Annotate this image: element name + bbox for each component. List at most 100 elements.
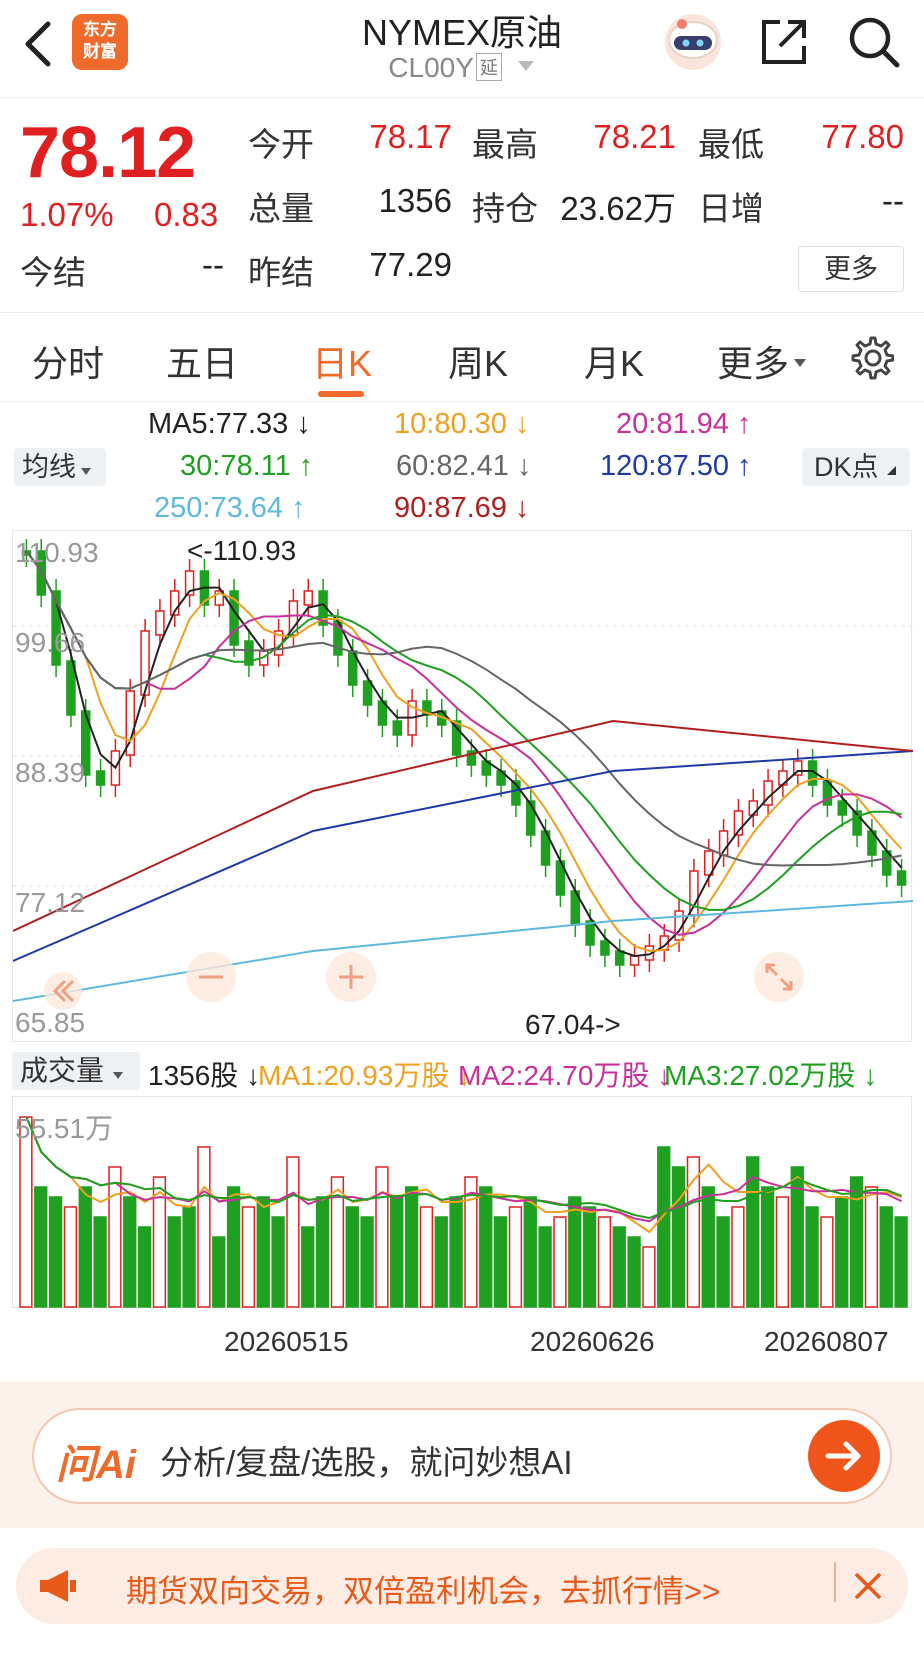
ma-line [25,550,902,867]
ai-logo: 问Ai [56,1443,136,1487]
contract-code-text: CL00Y [388,52,474,83]
low-value: 77.80 [821,118,904,155]
last-price: 78.12 [20,113,196,193]
open-interest-value: 23.62万 [560,190,676,227]
volume-bar [671,1166,686,1308]
tab-more[interactable]: 更多 [712,335,812,387]
candle [600,940,610,956]
ma120-value: 120:87.50 ↑ [600,450,752,482]
ma-line [13,719,913,932]
share-icon[interactable] [758,16,810,68]
dropdown-triangle-icon [113,1072,124,1079]
ma-line [25,550,903,936]
volume-bar [879,1206,893,1308]
candle [392,720,402,736]
candle [615,950,625,966]
tab-weekly-k[interactable]: 周K [438,335,518,387]
volume-bar [345,1206,359,1308]
volume-bar [657,1146,671,1308]
volume-bar [731,1206,745,1308]
candle [362,680,373,706]
candle [896,870,907,886]
candle [95,770,106,786]
volume-bar [78,1186,92,1308]
volume-bar [360,1216,374,1308]
search-icon[interactable] [846,14,902,70]
volume-bar [523,1196,537,1308]
dropdown-triangle-icon [517,61,534,71]
volume-bar [212,1236,226,1308]
volume-ma2: MA2:24.70万股 ↓ [458,1060,672,1091]
ma90-value: 90:87.69 ↓ [394,492,530,524]
delay-tag: 延 [475,53,502,81]
dk-point-selector[interactable]: DK点 [802,448,910,486]
high-label: 最高 [472,126,538,163]
dropdown-triangle-icon [81,468,91,475]
tab-intraday[interactable]: 分时 [28,335,108,387]
candle [451,720,462,756]
ma10-value: 10:80.30 ↓ [394,408,530,440]
candle [303,590,313,606]
date-label-2: 20260626 [530,1326,655,1357]
volume-value: 1356 [378,182,452,219]
ai-prompt-text[interactable]: 分析/复盘/选股，就问妙想AI [160,1436,573,1484]
volume-bar [805,1206,819,1308]
open-interest-label: 持仓 [472,190,538,227]
volume-ma1: MA1:20.93万股 ↓ [258,1060,472,1091]
tab-five-day[interactable]: 五日 [162,335,242,387]
volume-bar [538,1226,552,1308]
volume-bar [434,1216,448,1308]
volume-bar [256,1196,270,1308]
zoom-in-icon[interactable] [325,951,377,1003]
volume-bar [775,1196,790,1308]
dropdown-triangle-icon [794,359,806,367]
volume-bar [597,1216,612,1308]
tab-daily-k[interactable]: 日K [302,335,382,387]
volume-bar [419,1206,434,1308]
volume-indicator-selector[interactable]: 成交量 [12,1052,140,1090]
volume-bar [760,1186,775,1308]
volume-bar [167,1216,181,1308]
y-axis-label-5: 65.85 [15,1007,86,1038]
volume-bar [93,1216,107,1308]
volume-bar [301,1226,315,1308]
volume-bar [820,1216,834,1308]
volume-bar [123,1196,137,1308]
volume-chart[interactable]: 55.51万 [12,1096,912,1308]
candle [629,955,640,966]
ma-selector-label: 均线 [22,452,76,482]
volume-bar [508,1206,523,1308]
volume-bar [568,1196,582,1308]
candle [837,800,847,816]
volume-canvas [19,1116,908,1308]
corner-triangle-icon [886,466,896,475]
ma-selector[interactable]: 均线 [14,448,106,486]
tab-more-label: 更多 [716,343,789,384]
ma30-value: 30:78.11 ↑ [180,450,314,482]
volume-bar [493,1216,508,1308]
volume-bar [553,1216,567,1308]
more-quote-button[interactable]: 更多 [798,246,904,292]
daily-increase-value: -- [882,182,904,219]
volume-bar [701,1186,715,1308]
period-tabs: 分时 五日 日K 周K 月K 更多 [0,312,924,402]
zoom-out-icon[interactable] [185,951,237,1003]
active-tab-indicator [318,391,364,397]
ma-line [13,750,913,962]
kline-chart[interactable]: 110.93 99.66 88.39 77.12 65.85 <-110.93 … [12,530,913,1042]
candle [689,870,699,916]
fullscreen-icon[interactable] [753,951,805,1003]
promo-divider [834,1562,836,1602]
scroll-left-icon[interactable] [43,971,83,1011]
tab-monthly-k[interactable]: 月K [574,335,654,387]
close-icon[interactable] [848,1566,888,1606]
ai-robot-icon[interactable] [660,10,726,72]
volume-bar [34,1186,48,1308]
arrow-right-icon[interactable] [808,1420,880,1492]
y-axis-label-2: 99.66 [15,627,86,658]
dk-point-label: DK点 [814,452,879,482]
ma20-value: 20:81.94 ↑ [616,408,752,440]
ma60-value: 60:82.41 ↓ [396,450,532,482]
prev-settle-label: 昨结 [248,254,314,291]
gear-icon[interactable] [848,335,894,381]
